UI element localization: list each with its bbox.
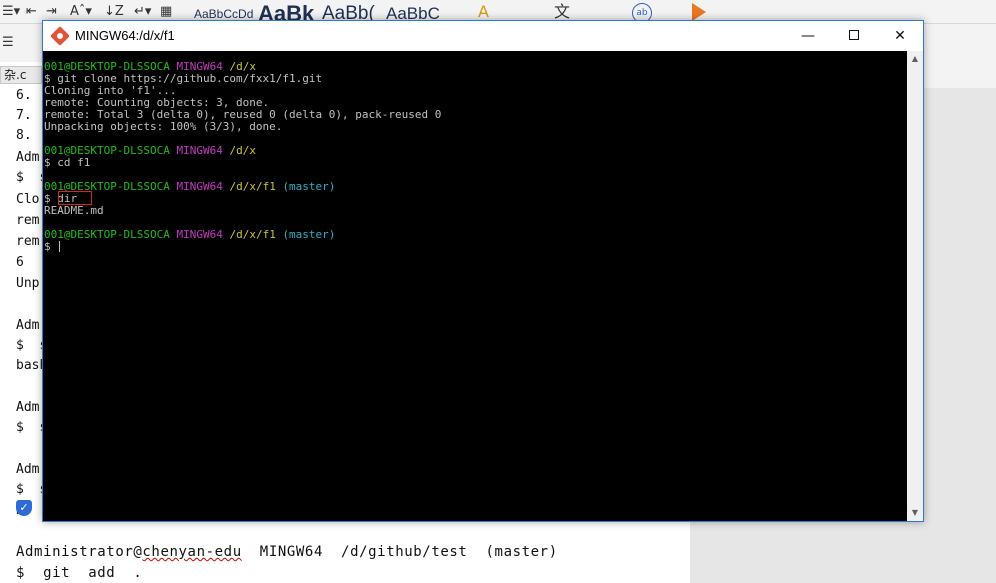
sort-icon[interactable]: ↓Z [104,3,124,21]
doc-text-line: Adm [16,318,40,333]
shield-icon: ✓ [16,500,32,516]
text-cursor [59,241,61,252]
terminal-prompt-line: 001@DESKTOP-DLSSOCA MINGW64 /d/x/f1 (mas… [44,229,907,241]
send-icon[interactable] [692,3,706,21]
maximize-icon [849,30,859,40]
vertical-scrollbar[interactable]: ▲ ▼ [907,51,923,521]
prompt-path: /d/x/f1 [229,228,276,241]
bullet-list-icon[interactable]: ☰▾ [2,3,20,21]
maximize-button[interactable] [831,21,877,51]
doc-prompt-user: Administrator@ [16,544,143,560]
prompt-path: /d/x/f1 [229,180,276,193]
terminal-output-line: $ dir [44,191,907,205]
terminal-text: README.md [44,204,104,217]
scroll-down-arrow-icon[interactable]: ▼ [907,505,923,521]
terminal-text: Unpacking objects: 100% (3/3), done. [44,120,283,133]
prompt-branch: (master) [282,180,336,193]
prompt-path: /d/x [229,144,256,157]
ruler-corner [924,62,996,88]
borders-icon[interactable]: ▦ [160,3,172,21]
paragraph-mark-icon[interactable]: ↵▾ [134,3,151,21]
terminal-output-line: $ cd f1 [44,157,907,169]
prompt-user: 001@DESKTOP-DLSSOCA [44,228,170,241]
doc-prompt-line: Administrator@chenyan-edu MINGW64 /d/git… [16,544,558,560]
mingw64-terminal-window[interactable]: MINGW64:/d/x/f1 — ✕ 001@DESKTOP-DLSSOCA … [42,20,924,522]
doc-text-line: Unp [16,276,40,291]
terminal-prompt-line: 001@DESKTOP-DLSSOCA MINGW64 /d/x [44,145,907,157]
close-button[interactable]: ✕ [877,21,923,51]
increase-indent-icon[interactable]: ⇥ [46,3,57,21]
prompt-env: MINGW64 [176,180,223,193]
doc-prompt-rest: MINGW64 /d/github/test (master) [241,544,558,560]
prompt-env: MINGW64 [176,144,223,157]
doc-text-line: 6 [16,255,24,270]
prompt-env: MINGW64 [176,228,223,241]
decrease-indent-icon[interactable]: ⇤ [26,3,37,21]
doc-text-line: rem [16,234,40,249]
doc-text-line: Clo [16,192,40,207]
doc-text-line: rem [16,213,40,228]
font-size-icon[interactable]: Aˆ▾ [70,3,92,21]
doc-text-line: Adm [16,400,40,415]
doc-text-line: Adm [16,150,40,165]
window-title: MINGW64:/d/x/f1 [75,28,175,43]
doc-prompt-host: chenyan-edu [142,544,242,560]
prompt-branch: (master) [282,228,336,241]
doc-command-line: $ git add . [16,565,143,581]
doc-text-line: Adm [16,462,40,477]
styles-pane-icon[interactable]: A [478,3,489,21]
terminal-output-line: README.md [44,205,907,217]
document-tab[interactable]: 杂.c [0,66,42,84]
align-left-icon[interactable]: ☰ [2,34,14,52]
window-titlebar[interactable]: MINGW64:/d/x/f1 — ✕ [43,21,923,51]
terminal-text: $ [44,240,58,253]
scroll-up-arrow-icon[interactable]: ▲ [907,51,923,67]
terminal-output-line: Unpacking objects: 100% (3/3), done. [44,121,907,133]
terminal-output-line: $ [44,241,907,253]
translate-icon[interactable]: 文 [554,3,570,21]
git-bash-icon [50,26,70,46]
highlight-box [58,191,92,205]
terminal-output[interactable]: 001@DESKTOP-DLSSOCA MINGW64 /d/x $ git cl… [43,51,907,521]
minimize-button[interactable]: — [785,21,831,51]
terminal-text: $ cd f1 [44,156,91,169]
terminal-prompt-line: 001@DESKTOP-DLSSOCA MINGW64 /d/x/f1 (mas… [44,181,907,193]
